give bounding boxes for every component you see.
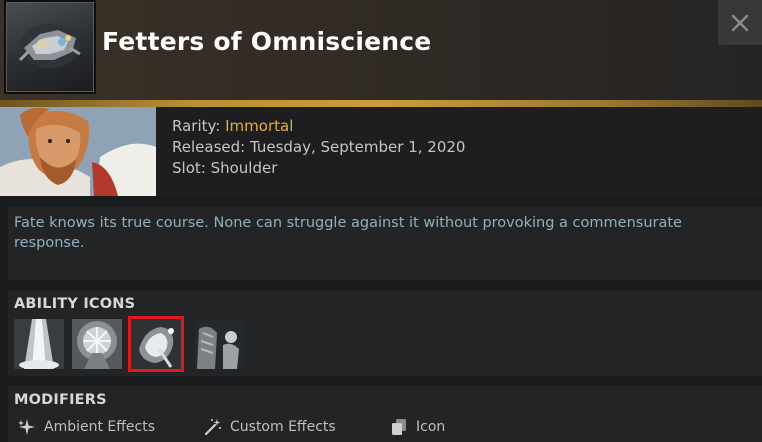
modifier-custom-effects[interactable]: Custom Effects <box>204 418 336 436</box>
sparkle-icon <box>18 419 35 435</box>
modifier-label: Ambient Effects <box>44 419 156 435</box>
ability-icon-shield-rays[interactable] <box>72 319 122 369</box>
magic-wand-icon <box>204 419 221 436</box>
item-header: Fetters of Omniscience <box>0 0 762 100</box>
close-button[interactable] <box>718 0 762 45</box>
stacked-cards-icon <box>392 419 406 435</box>
hero-portrait <box>0 107 156 196</box>
hero-details: Rarity: Immortal Released: Tuesday, Sept… <box>172 116 465 179</box>
item-description: Fate knows its true course. None can str… <box>14 215 682 251</box>
modifier-icon[interactable]: Icon <box>390 418 445 436</box>
rarity-line: Rarity: Immortal <box>172 116 465 137</box>
ability-icon-glowing-hand[interactable] <box>128 316 184 372</box>
rarity-accent-bar <box>0 100 762 107</box>
hero-info-row: Rarity: Immortal Released: Tuesday, Sept… <box>0 107 762 196</box>
modifiers-heading: MODIFIERS <box>14 392 107 408</box>
ability-icons-panel: ABILITY ICONS <box>8 291 762 376</box>
item-thumbnail <box>4 0 96 94</box>
description-panel: Fate knows its true course. None can str… <box>8 207 762 280</box>
ability-icon-beam[interactable] <box>14 319 64 369</box>
rarity-label: Rarity: <box>172 117 221 135</box>
slot-line: Slot: Shoulder <box>172 159 278 177</box>
modifier-ambient-effects[interactable]: Ambient Effects <box>18 418 155 436</box>
ability-icon-figure[interactable] <box>195 319 245 369</box>
rarity-value: Immortal <box>225 117 294 135</box>
item-title: Fetters of Omniscience <box>102 27 432 56</box>
ability-icons-heading: ABILITY ICONS <box>14 296 136 312</box>
modifiers-panel: MODIFIERS Ambient Effects Custom Effects… <box>8 386 762 442</box>
release-date: Released: Tuesday, September 1, 2020 <box>172 138 466 156</box>
modifier-label: Icon <box>416 419 446 435</box>
close-icon <box>731 14 749 31</box>
modifier-label: Custom Effects <box>230 419 336 435</box>
